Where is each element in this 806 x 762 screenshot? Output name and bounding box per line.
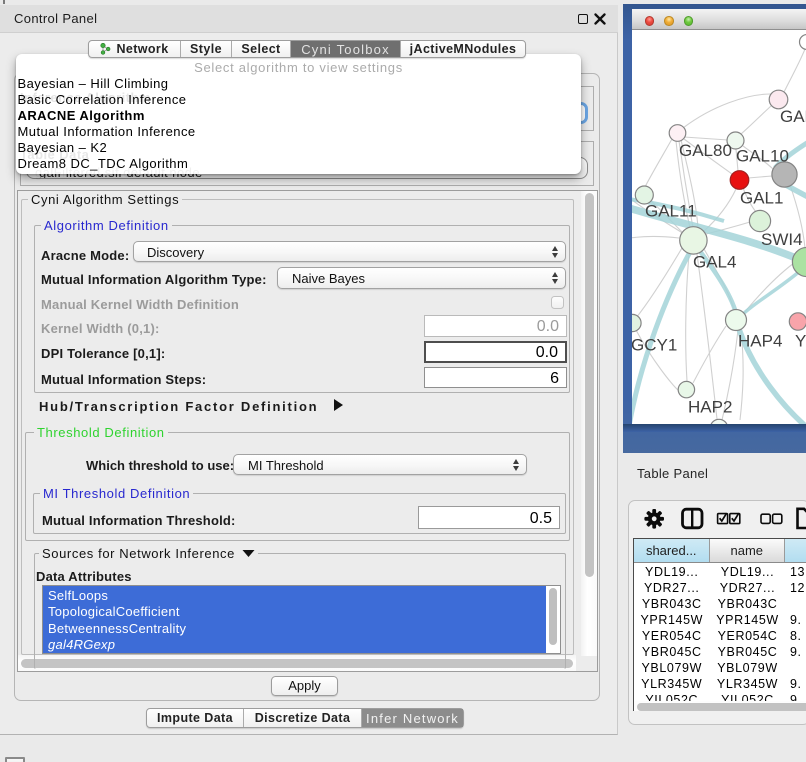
svg-text:GAL7: GAL7 (780, 107, 806, 126)
svg-text:GAL10: GAL10 (736, 147, 789, 166)
svg-text:SWI4: SWI4 (761, 230, 803, 249)
svg-text:GAL4: GAL4 (693, 253, 736, 272)
svg-text:YJ: YJ (795, 332, 806, 351)
svg-text:GAL80: GAL80 (679, 141, 732, 160)
svg-text:GAL11: GAL11 (645, 202, 697, 221)
svg-text:GCY1: GCY1 (632, 336, 677, 355)
svg-text:HAP2: HAP2 (688, 398, 732, 417)
svg-text:GAL1: GAL1 (740, 189, 783, 208)
svg-text:HAP4: HAP4 (738, 332, 782, 351)
